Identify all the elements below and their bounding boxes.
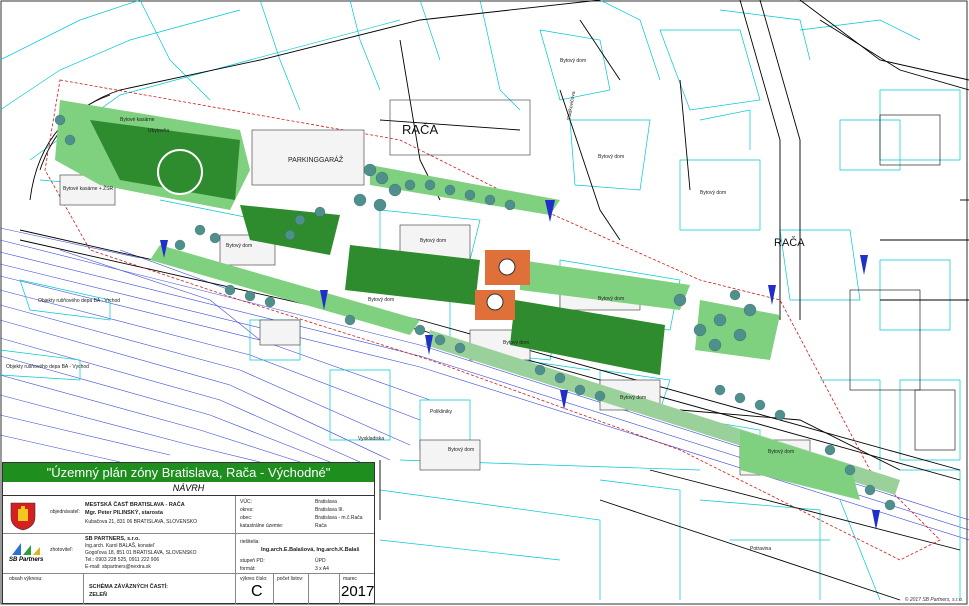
pocet-label: počet listov: (277, 576, 304, 582)
title-block: "Územný plán zóny Bratislava, Rača - Výc… (2, 462, 375, 604)
building-label: Bytový dom (768, 449, 795, 455)
vykres-value: C (251, 583, 263, 600)
stupen-value: ÚPD (315, 558, 326, 564)
zhotovitel-email: E-mail: sbpartners@nextra.sk (85, 564, 151, 570)
riesitelia-label: riešitelia: (240, 539, 260, 545)
zhotovitel-name: SB PARTNERS, s.r.o. (85, 536, 140, 542)
obsah-label: obsah výkresu: (9, 576, 43, 582)
building-label: Bytový dom (598, 296, 625, 302)
vuc-value: Bratislava (315, 499, 337, 505)
building-label: Bytový dom (503, 340, 530, 346)
format-label: formát: (240, 566, 256, 572)
tb-divider (339, 573, 340, 604)
okres-value: Bratislava III. (315, 507, 344, 513)
building-label: Bytový dom (448, 447, 475, 453)
format-value: 3 x A4 (315, 566, 329, 572)
objednavatel-address: Kubačova 21, 831 06 BRATISLAVA, SLOVENSK… (85, 519, 198, 525)
tb-divider (3, 533, 374, 534)
copyright: © 2017 SB Partners, s.r.o. (904, 597, 963, 603)
tb-divider (235, 496, 236, 604)
tb-divider (3, 573, 374, 574)
building-label: Bytový dom (700, 190, 727, 196)
building-label: Bytový dom (420, 238, 447, 244)
parking-label: PARKINGGARÁŽ (288, 157, 344, 164)
obsah-line2: ZELEŇ (89, 592, 108, 598)
riesitelia-value: Ing.arch.E.Balašová, Ing.arch.K.Balaš (261, 547, 360, 553)
municipal-coat-of-arms-icon (10, 502, 36, 531)
building-label: Bytový dom (620, 395, 647, 401)
obec-label: obec: (240, 515, 253, 521)
building-label: Polikliniky (430, 409, 452, 415)
vuc-label: VÚC: (240, 499, 252, 505)
vykres-label: výkres číslo: (240, 576, 268, 582)
plan-title: "Územný plán zóny Bratislava, Rača - Výc… (3, 463, 374, 482)
building-label: Bytový dom (598, 154, 625, 160)
building-label: Potravina (750, 546, 772, 552)
sb-partners-logo: SB Partners (9, 539, 43, 569)
katastralne-label: katastrálne územie: (240, 523, 284, 529)
place-label-raca-north: RAČA (402, 122, 439, 137)
stupen-label: stupeň PD: (240, 558, 265, 564)
objednavatel-label: objednávateľ: (50, 509, 81, 515)
tb-divider (308, 573, 309, 604)
zhotovitel-person: Ing.arch. Karol BALAŠ, konateľ (85, 543, 155, 549)
building-label: Ubytovňa (148, 128, 170, 134)
date-value: 2017 (341, 583, 375, 600)
building-label: Bytové kasárne + ŽSR (63, 186, 114, 192)
place-label-raca-east: RAČA (774, 237, 805, 249)
obec-value: Bratislava - m.č.Rača (315, 515, 363, 521)
zhotovitel-label: zhotoviteľ: (50, 547, 73, 553)
building-label: Bytový dom (226, 243, 253, 249)
building-label: Vyskladiska (358, 436, 385, 442)
tb-divider (83, 573, 84, 604)
building-label: Bytové kasárne (120, 117, 155, 123)
objednavatel-person: Mgr. Peter PILINSKÝ, starosta (85, 510, 163, 516)
obsah-line1: SCHÉMA ZÁVÄZNÝCH ČASTÍ: (89, 584, 168, 590)
zhotovitel-phone: Tel.: 0903 228 525, 0911 222 906 (85, 557, 160, 563)
zhotovitel-address: Gogoľova 18, 851 01 BRATISLAVA, SLOVENSK… (85, 550, 197, 556)
plan-subtitle: NÁVRH (3, 482, 374, 496)
building-label: Bytový dom (560, 58, 587, 64)
katastralne-value: Rača (315, 523, 327, 529)
sb-logo-text: SB Partners (9, 557, 44, 563)
building-label: Objekty rušňového depa BA - Vrchod (38, 298, 121, 304)
sb-logo-icon (12, 543, 40, 555)
tb-divider (273, 573, 274, 604)
date-label: marec (343, 576, 357, 582)
objednavatel-name: MESTSKÁ ČASŤ BRATISLAVA - RAČA (85, 502, 185, 508)
building-label: Objekty rušňového depa BA - Vychod (6, 364, 89, 370)
okres-label: okres: (240, 507, 254, 513)
building-label: Bytový dom (368, 297, 395, 303)
